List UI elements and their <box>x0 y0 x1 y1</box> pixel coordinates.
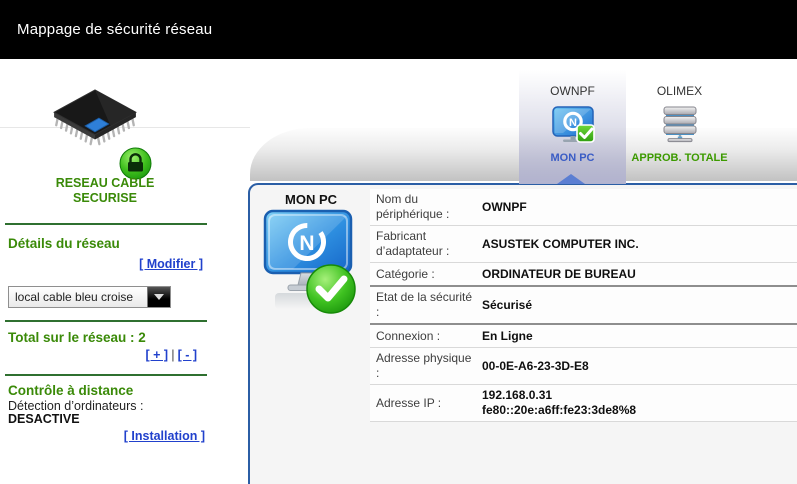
pc-monitor-icon: N <box>551 106 595 143</box>
check-badge-icon <box>575 124 595 143</box>
panel-title: MON PC <box>285 192 337 207</box>
secured-pc-icon: N <box>263 209 356 314</box>
installation-link-container: [ Installation ] <box>8 429 205 443</box>
table-row: Etat de la sécurité : Sécurisé <box>370 287 797 325</box>
device-tab-olimex[interactable]: OLIMEX APPROB. TOTALE <box>626 70 733 184</box>
detection-status: DESACTIVE <box>8 412 80 426</box>
device-tab-label: APPROB. TOTALE <box>631 152 728 164</box>
header-bar: Mappage de sécurité réseau <box>0 0 797 59</box>
ip-address-v6: fe80::20e:a6ff:fe23:3de8%8 <box>482 403 637 417</box>
server-stack-icon <box>663 106 696 143</box>
svg-text:N: N <box>299 232 314 255</box>
device-summary: MON PC N <box>254 192 368 332</box>
network-select-dropdown[interactable]: local cable bleu croise <box>8 286 171 308</box>
svg-text:N: N <box>569 117 577 129</box>
check-circle-icon <box>306 264 356 314</box>
remove-device-link[interactable]: [ - ] <box>178 348 197 362</box>
dropdown-button[interactable] <box>147 287 170 307</box>
installation-link[interactable]: [ Installation ] <box>124 429 205 443</box>
device-detail-panel: MON PC N Nom du périphérique: OWNPF Fab… <box>248 183 797 484</box>
modify-link-container: [ Modifier ] <box>8 257 203 271</box>
add-remove-links: [ + ] |[ - ] <box>8 348 197 362</box>
table-row: Adresse IP : 192.168.0.31 fe80::20e:a6ff… <box>370 385 797 422</box>
modify-link[interactable]: [ Modifier ] <box>139 257 203 271</box>
total-on-network-label: Total sur le réseau : 2 <box>8 330 146 345</box>
network-security-map-window: Mappage de sécurité réseau RESEAU CABLE … <box>0 0 797 484</box>
green-divider <box>5 223 207 225</box>
device-tab-label: MON PC <box>550 152 595 164</box>
ip-address-v4: 192.168.0.31 <box>482 388 553 402</box>
network-details-title: Détails du réseau <box>8 236 120 251</box>
remote-control-title: Contrôle à distance <box>8 383 134 398</box>
green-divider <box>5 374 207 376</box>
link-divider: | <box>171 348 175 362</box>
network-status-label: RESEAU CABLE SECURISE <box>55 176 155 205</box>
table-row: Adresse physique : 00-0E-A6-23-3D-E8 <box>370 348 797 385</box>
add-device-link[interactable]: [ + ] <box>145 348 168 362</box>
detection-label: Détection d’ordinateurs : <box>8 399 144 413</box>
page-title: Mappage de sécurité réseau <box>17 21 213 38</box>
device-details-table: Nom du périphérique : OWNPF Fabricant d’… <box>370 189 797 422</box>
table-row: Nom du périphérique : OWNPF <box>370 189 797 226</box>
table-row: Fabricant d’adaptateur : ASUSTEK COMPUTE… <box>370 226 797 263</box>
device-name: OWNPF <box>550 84 595 98</box>
table-row: Catégorie : ORDINATEUR DE BUREAU <box>370 263 797 287</box>
chevron-down-icon <box>154 294 164 300</box>
table-row: Connexion : En Ligne <box>370 325 797 348</box>
network-select-value: local cable bleu croise <box>15 290 134 304</box>
device-name: OLIMEX <box>656 84 703 98</box>
selected-tab-pointer <box>557 174 585 184</box>
device-tab-ownpf[interactable]: OWNPF N MON PC <box>519 70 626 184</box>
green-divider <box>5 320 207 322</box>
